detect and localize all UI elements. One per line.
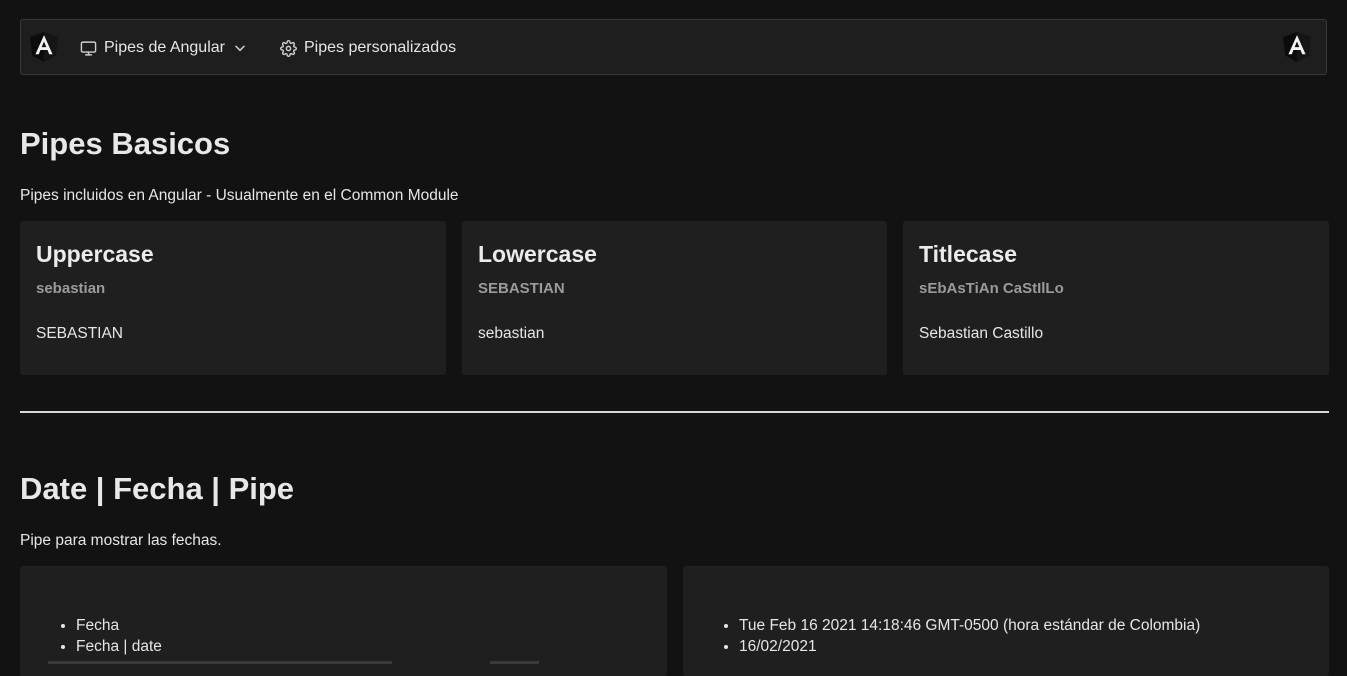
card-title: Lowercase <box>478 241 597 267</box>
nav-pipes-personalizados[interactable]: Pipes personalizados <box>280 20 456 76</box>
date-pipe-heading: Date | Fecha | Pipe <box>20 471 295 506</box>
list-item: 16/02/2021 <box>739 636 1200 657</box>
chevron-down-icon <box>233 41 247 55</box>
angular-logo-icon[interactable] <box>30 32 58 62</box>
list-item: Fecha | date <box>76 636 162 657</box>
card-title: Uppercase <box>36 241 154 267</box>
card-output-value: SEBASTIAN <box>36 325 123 342</box>
gear-icon <box>280 39 297 57</box>
angular-logo-icon[interactable] <box>1283 32 1311 62</box>
basic-pipes-description: Pipes incluidos en Angular - Usualmente … <box>20 187 459 204</box>
monitor-icon <box>80 40 97 57</box>
list-item: Tue Feb 16 2021 14:18:46 GMT-0500 (hora … <box>739 615 1200 636</box>
nav-pipes-angular-label: Pipes de Angular <box>104 39 225 56</box>
nav-pipes-angular-dropdown[interactable]: Pipes de Angular <box>80 20 247 76</box>
date-left-card: Fecha Fecha | date <box>20 566 667 676</box>
date-value-list: Tue Feb 16 2021 14:18:46 GMT-0500 (hora … <box>683 615 1200 657</box>
section-divider <box>20 411 1329 413</box>
card-title: Titlecase <box>919 241 1018 267</box>
card-input-value: sEbAsTiAn CaStIlLo <box>919 280 1064 297</box>
date-right-card: Tue Feb 16 2021 14:18:46 GMT-0500 (hora … <box>683 566 1329 676</box>
list-item: Fecha <box>76 615 162 636</box>
top-navbar: Pipes de Angular Pipes personalizados <box>20 19 1327 75</box>
date-pipe-description: Pipe para mostrar las fechas. <box>20 532 222 549</box>
basic-pipes-heading: Pipes Basicos <box>20 126 231 161</box>
card-input-value: SEBASTIAN <box>478 280 565 297</box>
card-input-value: sebastian <box>36 280 106 297</box>
card-output-value: sebastian <box>478 325 545 342</box>
nav-pipes-personalizados-label: Pipes personalizados <box>304 39 457 56</box>
card-output-value: Sebastian Castillo <box>919 325 1044 342</box>
uppercase-card: Uppercase sebastian SEBASTIAN <box>20 221 446 375</box>
date-label-list: Fecha Fecha | date <box>20 615 162 657</box>
lowercase-card: Lowercase SEBASTIAN sebastian <box>462 221 887 375</box>
titlecase-card: Titlecase sEbAsTiAn CaStIlLo Sebastian C… <box>903 221 1329 375</box>
